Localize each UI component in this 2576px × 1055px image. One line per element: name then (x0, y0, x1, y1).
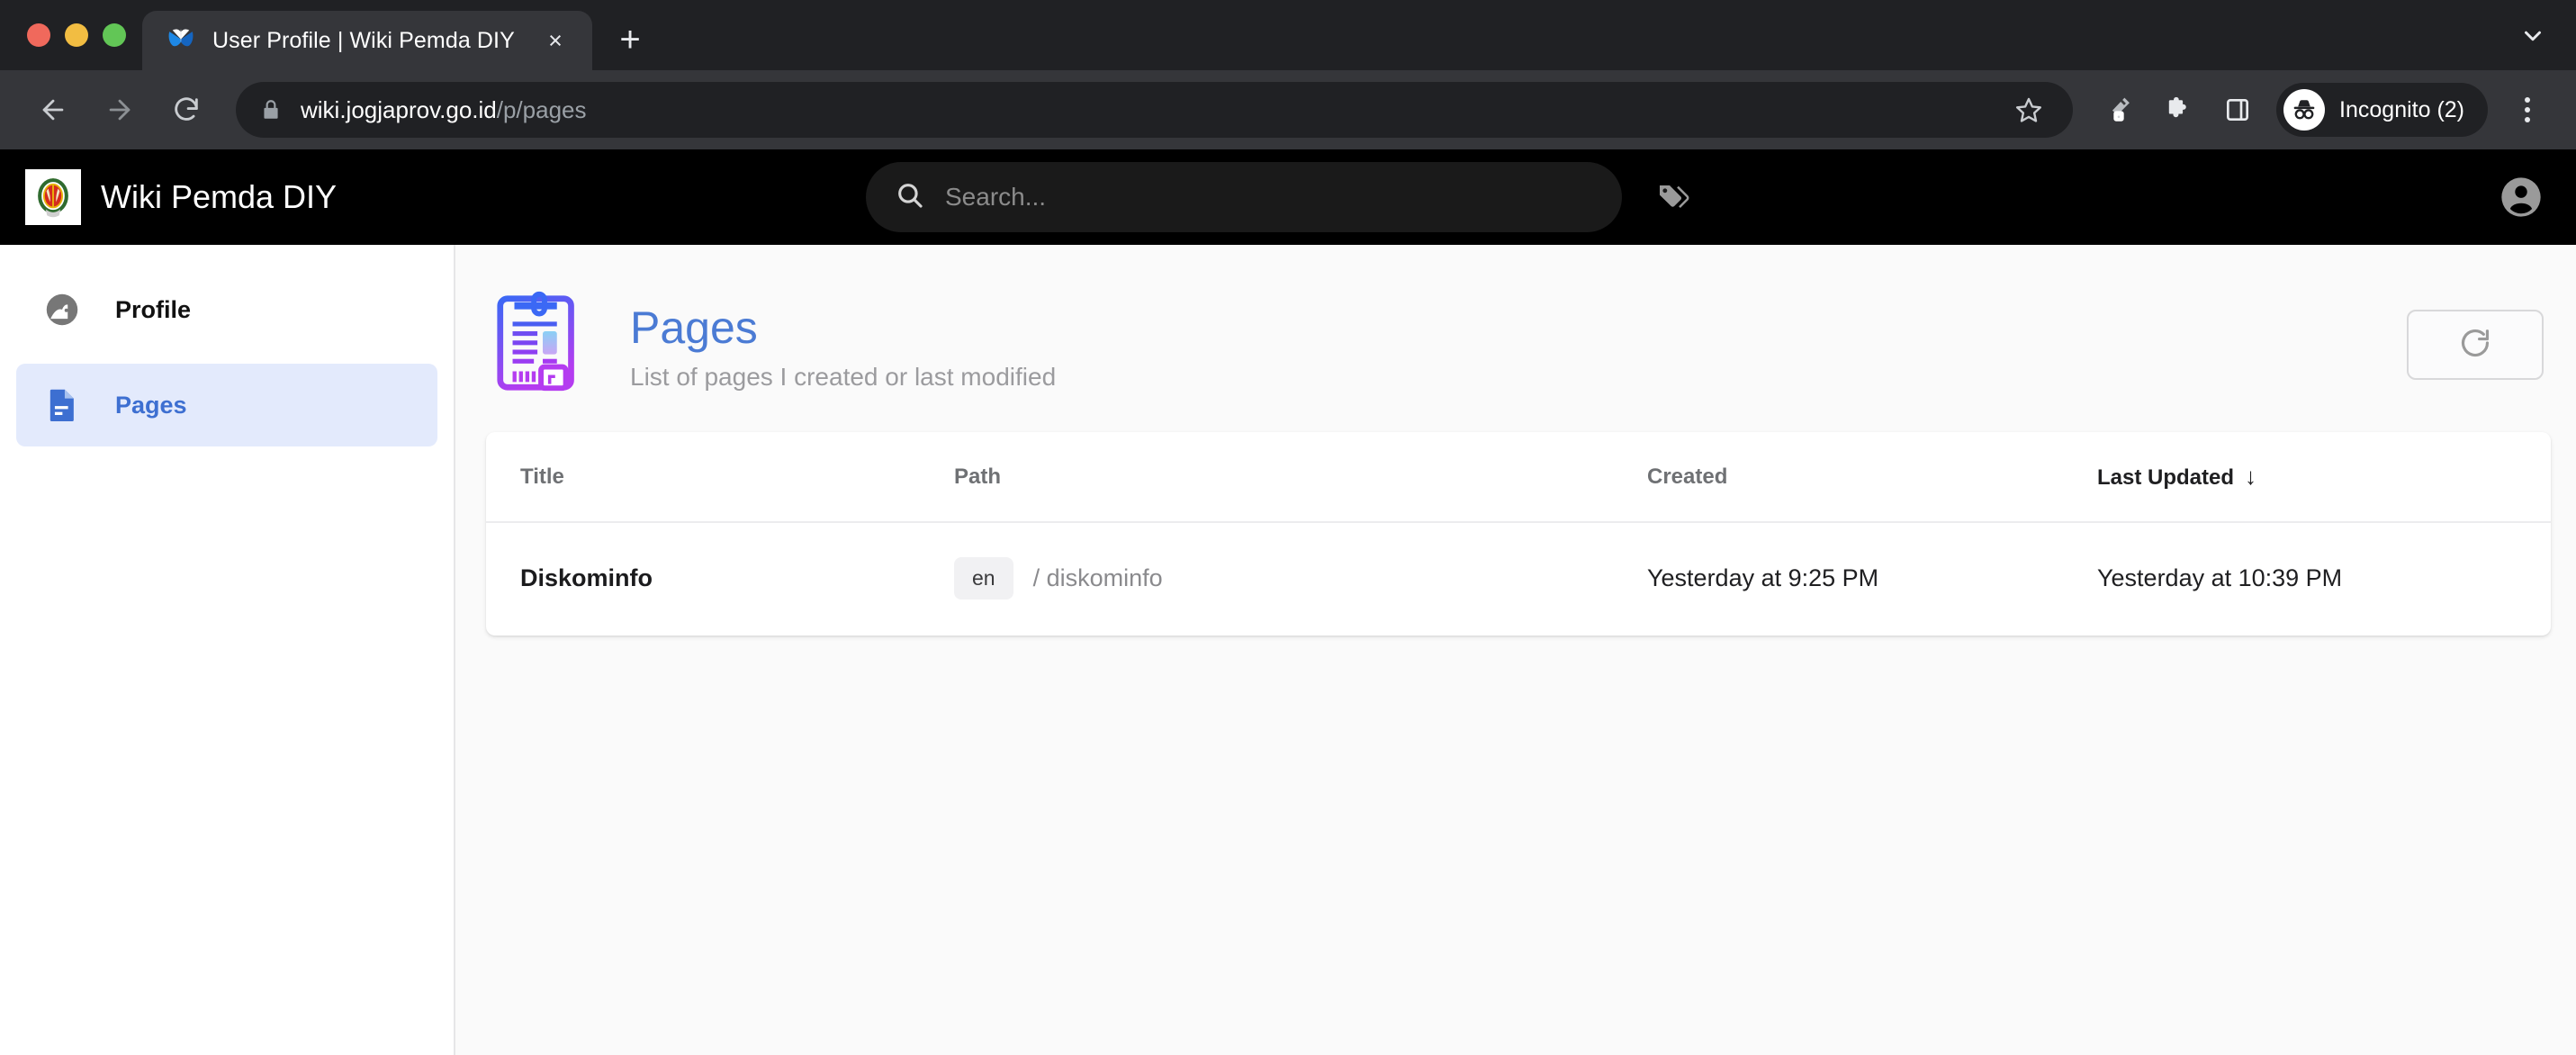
path-text: / diskominfo (1032, 564, 1163, 591)
forward-arrow-icon[interactable] (90, 80, 149, 140)
pen-marker-icon[interactable] (2093, 84, 2145, 136)
path-wrapper: en / diskominfo (954, 557, 1647, 600)
brand[interactable]: Wiki Pemda DIY (25, 169, 337, 225)
butterfly-icon (166, 25, 196, 56)
star-icon[interactable] (2004, 86, 2053, 134)
table-body: Diskominfo en / diskominfo Yesterday at … (486, 522, 2551, 636)
brand-name: Wiki Pemda DIY (101, 178, 338, 215)
page-body: Profile Pages Pages List of pages I crea… (0, 245, 2576, 1055)
sidebar-item-profile[interactable]: Profile (16, 268, 437, 351)
tab-strip: User Profile | Wiki Pemda DIY × + (0, 0, 2576, 70)
sidebar-item-pages[interactable]: Pages (16, 364, 437, 446)
cell-title: Diskominfo (486, 522, 954, 636)
sidebar-item-label: Profile (115, 295, 192, 323)
reload-icon[interactable] (157, 80, 216, 140)
tab-title: User Profile | Wiki Pemda DIY (212, 27, 515, 53)
close-tab-button[interactable]: × (538, 23, 572, 58)
tab-strip-right (2513, 16, 2553, 56)
refresh-icon (2458, 326, 2492, 365)
page-title: Pages (630, 302, 758, 353)
app-header: Wiki Pemda DIY Search... (0, 149, 2576, 245)
close-window-button[interactable] (27, 23, 50, 47)
incognito-icon (2283, 89, 2326, 131)
browser-tab[interactable]: User Profile | Wiki Pemda DIY × (142, 11, 592, 70)
page-header-text: Pages List of pages I created or last mo… (630, 290, 1056, 392)
page-subtitle: List of pages I created or last modified (630, 362, 1057, 391)
tags-icon[interactable] (1653, 177, 1692, 217)
document-icon (41, 384, 83, 426)
kebab-menu-icon[interactable] (2502, 85, 2553, 135)
column-header-title[interactable]: Title (486, 432, 954, 523)
url-path: /p/pages (496, 95, 587, 123)
back-arrow-icon[interactable] (23, 80, 83, 140)
cell-created: Yesterday at 9:25 PM (1647, 564, 1879, 591)
pages-table-card: Title Path Created Last Updated ↓ Diskom… (486, 432, 2551, 636)
profile-avatar-icon (41, 289, 83, 330)
cell-last-updated: Yesterday at 10:39 PM (2097, 564, 2343, 591)
pages-table: Title Path Created Last Updated ↓ Diskom… (486, 432, 2551, 636)
diy-emblem-logo (25, 169, 81, 225)
browser-toolbar: wiki.jogjaprov.go.id/p/pages Incognito (… (0, 70, 2576, 149)
incognito-label: Incognito (2) (2339, 96, 2464, 122)
search-input[interactable]: Search... (866, 162, 1622, 232)
account-circle-icon[interactable] (2497, 173, 2545, 221)
locale-badge: en (954, 557, 1013, 600)
table-row[interactable]: Diskominfo en / diskominfo Yesterday at … (486, 522, 2551, 636)
page-header: Pages List of pages I created or last mo… (479, 268, 2560, 427)
address-bar-url: wiki.jogjaprov.go.id/p/pages (301, 96, 587, 124)
side-panel-icon[interactable] (2211, 84, 2264, 136)
sidebar-item-label: Pages (115, 391, 187, 419)
new-tab-button[interactable]: + (605, 14, 655, 65)
main-content: Pages List of pages I created or last mo… (455, 245, 2576, 1055)
minimize-window-button[interactable] (65, 23, 88, 47)
table-header-row: Title Path Created Last Updated ↓ (486, 432, 2551, 523)
url-host: wiki.jogjaprov.go.id (301, 95, 497, 123)
sort-descending-icon: ↓ (2245, 463, 2257, 490)
sidebar: Profile Pages (0, 245, 455, 1055)
page-viewport: Wiki Pemda DIY Search... Profile Pages P… (0, 149, 2576, 1055)
refresh-button[interactable] (2407, 310, 2544, 380)
cell-path: en / diskominfo (954, 522, 1647, 636)
search-placeholder: Search... (945, 183, 1047, 211)
page-title-link[interactable]: Diskominfo (520, 564, 653, 591)
table-header: Title Path Created Last Updated ↓ (486, 432, 2551, 523)
column-header-created[interactable]: Created (1647, 432, 2097, 523)
window-controls (20, 0, 142, 70)
clipboard-pages-icon (486, 286, 599, 400)
chevron-down-icon[interactable] (2513, 16, 2553, 56)
column-header-last-updated[interactable]: Last Updated ↓ (2097, 432, 2551, 523)
column-header-path[interactable]: Path (954, 432, 1647, 523)
lock-icon (256, 95, 286, 125)
maximize-window-button[interactable] (103, 23, 126, 47)
incognito-indicator[interactable]: Incognito (2) (2276, 83, 2488, 137)
puzzle-icon[interactable] (2152, 84, 2204, 136)
browser-window: User Profile | Wiki Pemda DIY × + wiki.j… (0, 0, 2576, 1055)
column-header-last-updated-label: Last Updated (2097, 465, 2235, 490)
search-icon (895, 180, 925, 215)
address-bar[interactable]: wiki.jogjaprov.go.id/p/pages (236, 82, 2074, 138)
header-search-area: Search... (866, 162, 1692, 232)
